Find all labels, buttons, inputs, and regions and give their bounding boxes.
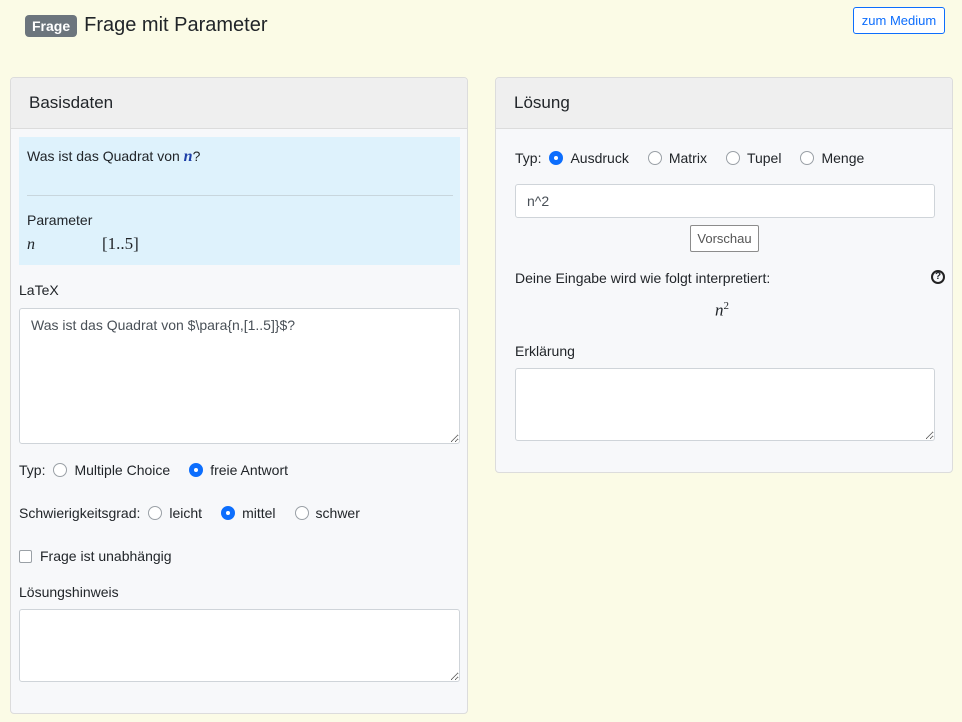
question-badge: Frage [25,14,78,37]
difficulty-option-easy[interactable]: leicht [148,505,202,521]
answer-option-matrix[interactable]: Matrix [647,150,707,166]
hint-label: Lösungshinweis [19,584,119,600]
answer-option-tuple[interactable]: Tupel [725,150,781,166]
question-type-group: Typ: Multiple Choice freie Antwort [19,462,307,478]
radio-matrix[interactable] [647,151,662,165]
parameter-range: [1..5] [102,234,139,253]
answer-type-group: Typ: Ausdruck Matrix Tupel Menge [515,150,883,166]
question-type-label: Typ: [19,462,46,478]
to-medium-button[interactable]: zum Medium [853,7,945,34]
type-option-multiple-choice[interactable]: Multiple Choice [53,462,170,478]
preview-button[interactable]: Vorschau [690,225,759,252]
latex-label: LaTeX [19,282,59,298]
hint-textarea[interactable] [19,609,460,682]
independent-checkbox-row[interactable]: Frage ist unabhängig [19,548,172,564]
independent-label: Frage ist unabhängig [40,548,172,564]
basisdaten-card: Basisdaten Was ist das Quadrat von n? Pa… [10,77,468,714]
help-icon[interactable]: ? [931,270,945,284]
loesung-card: Lösung Typ: Ausdruck Matrix Tupel Menge … [495,77,953,473]
interpreted-expression: n2 [715,300,729,320]
page-title: Frage mit Parameter [84,14,268,36]
radio-medium[interactable] [221,506,236,520]
difficulty-option-medium[interactable]: mittel [221,505,276,521]
radio-set[interactable] [800,151,815,165]
answer-option-set[interactable]: Menge [800,150,864,166]
page-header: Frage Frage mit Parameter [25,14,268,37]
answer-type-label: Typ: [515,150,542,166]
answer-input[interactable] [515,184,935,218]
difficulty-group: Schwierigkeitsgrad: leicht mittel schwer [19,505,379,521]
radio-expression[interactable] [549,151,564,165]
radio-easy[interactable] [148,506,163,520]
interpretation-text: Deine Eingabe wird wie folgt interpretie… [515,270,771,286]
explanation-textarea[interactable] [515,368,935,441]
loesung-header: Lösung [496,78,952,129]
latex-textarea[interactable]: Was ist das Quadrat von $\para{n,[1..5]}… [19,308,460,444]
difficulty-option-hard[interactable]: schwer [294,505,360,521]
radio-free-answer[interactable] [189,463,204,477]
radio-multiple-choice[interactable] [53,463,68,477]
basisdaten-header: Basisdaten [11,78,467,129]
question-preview-text: Was ist das Quadrat von n? [27,148,201,165]
question-variable: n [183,148,193,165]
parameter-label: Parameter [27,212,93,228]
independent-checkbox[interactable] [19,549,32,563]
answer-option-expression[interactable]: Ausdruck [549,150,629,166]
radio-hard[interactable] [294,506,309,520]
parameter-name: n [27,236,35,253]
preview-divider [27,195,453,196]
difficulty-label: Schwierigkeitsgrad: [19,505,141,521]
explanation-label: Erklärung [515,343,575,359]
type-option-free-answer[interactable]: freie Antwort [189,462,288,478]
question-preview: Was ist das Quadrat von n? Parameter n [… [19,137,460,265]
radio-tuple[interactable] [725,151,740,165]
